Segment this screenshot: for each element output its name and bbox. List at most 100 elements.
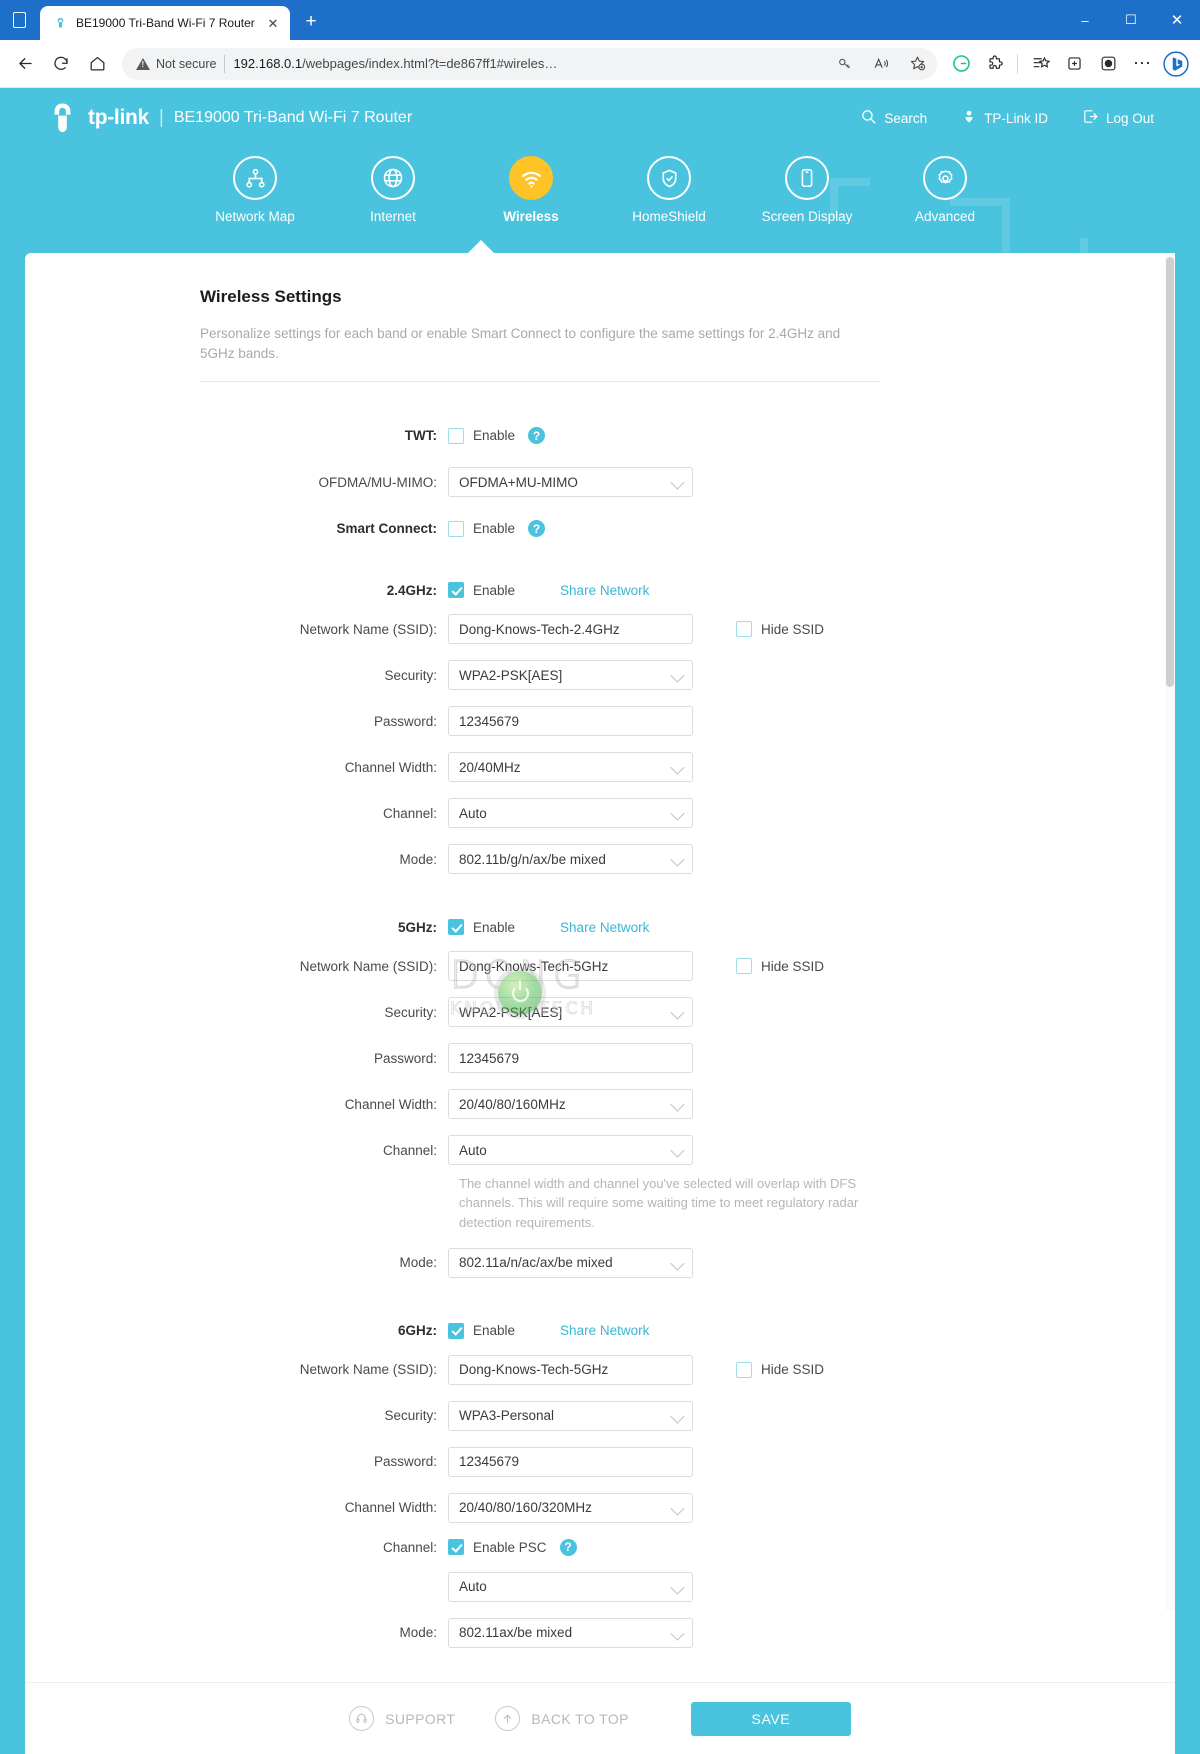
nav-item-advanced[interactable]: Advanced xyxy=(876,156,1014,224)
browser-essentials-icon[interactable] xyxy=(1092,48,1124,80)
band-5-channel-select[interactable]: Auto xyxy=(448,1135,693,1166)
band-24-mode-select[interactable]: 802.11b/g/n/ax/be mixed xyxy=(448,844,693,875)
band-6-ssid-input[interactable]: Dong-Knows-Tech-5GHz xyxy=(448,1354,693,1385)
band-5-password-input[interactable]: 12345679 xyxy=(448,1043,693,1074)
band-6-share-network-link[interactable]: Share Network xyxy=(560,1323,649,1338)
bing-copilot-icon[interactable] xyxy=(1160,48,1192,80)
band-5-label: 5GHz: xyxy=(397,919,437,935)
wifi-icon xyxy=(509,156,553,200)
tab-manager-button[interactable] xyxy=(0,0,38,40)
twt-row: TWT: Enable ? xyxy=(200,427,1025,445)
band-5-security-select[interactable]: WPA2-PSK[AES] xyxy=(448,997,693,1028)
band-6-label: 6GHz: xyxy=(397,1323,437,1339)
extension-puzzle-icon[interactable] xyxy=(979,48,1011,80)
smart-connect-checkbox-label: Enable xyxy=(473,521,516,537)
band-5-dfs-hint: The channel width and channel you've sel… xyxy=(459,1176,859,1230)
band-5-enable-checkbox[interactable] xyxy=(448,919,464,936)
save-button[interactable]: SAVE xyxy=(690,1701,851,1736)
nav-item-screen-display[interactable]: Screen Display xyxy=(738,156,876,224)
settings-scroll-area[interactable]: Wireless Settings Personalize settings f… xyxy=(25,253,1175,1682)
band-5-channel-width-select[interactable]: 20/40/80/160MHz xyxy=(448,1089,693,1120)
band-6-ssid-control: Dong-Knows-Tech-5GHz Hide SSID xyxy=(448,1354,824,1385)
band-6-channel-control: Auto xyxy=(448,1571,693,1602)
twt-checkbox[interactable] xyxy=(448,427,464,444)
new-tab-button[interactable]: + xyxy=(296,7,326,37)
maximize-button[interactable]: ☐ xyxy=(1108,0,1154,40)
nav-item-network-map[interactable]: Network Map xyxy=(186,156,324,224)
minimize-button[interactable]: – xyxy=(1062,0,1108,40)
band-5-hide-ssid-label: Hide SSID xyxy=(761,958,825,974)
band-5-enable-row: 5GHz: Enable Share Network xyxy=(200,919,1025,936)
tp-link-id-button[interactable]: TP-Link ID xyxy=(961,108,1048,128)
band-5-hide-ssid[interactable]: Hide SSID xyxy=(736,958,825,975)
settings-content: Wireless Settings Personalize settings f… xyxy=(25,253,1175,1678)
grammarly-extension-icon[interactable] xyxy=(945,48,977,80)
band-24-ssid-input[interactable]: Dong-Knows-Tech-2.4GHz xyxy=(448,614,693,645)
band-5-security-label: Security: xyxy=(384,1004,437,1020)
nav-item-wireless[interactable]: Wireless xyxy=(462,156,600,224)
logout-button[interactable]: Log Out xyxy=(1082,108,1154,128)
more-options-icon[interactable]: ⋯ xyxy=(1126,48,1158,80)
key-icon[interactable] xyxy=(831,50,859,78)
close-tab-icon[interactable]: ✕ xyxy=(264,14,282,32)
scrollbar-track[interactable] xyxy=(1165,253,1175,1610)
band-6-password-input[interactable]: 12345679 xyxy=(448,1446,693,1477)
favorites-list-icon[interactable] xyxy=(1024,48,1056,80)
nav-label-wireless: Wireless xyxy=(503,209,559,224)
read-aloud-icon[interactable] xyxy=(867,50,895,78)
close-window-button[interactable]: ✕ xyxy=(1154,0,1200,40)
nav-label-homeshield: HomeShield xyxy=(632,209,706,224)
band-5-hide-ssid-checkbox[interactable] xyxy=(736,958,752,975)
back-button[interactable] xyxy=(8,47,42,81)
router-admin-app: tp-link | BE19000 Tri-Band Wi-Fi 7 Route… xyxy=(0,88,1200,1754)
band-5-share-network-link[interactable]: Share Network xyxy=(560,920,649,935)
nav-item-homeshield[interactable]: HomeShield xyxy=(600,156,738,224)
band-6-channel-select[interactable]: Auto xyxy=(448,1571,693,1602)
ofdma-select[interactable]: OFDMA+MU-MIMO xyxy=(448,467,693,498)
band-24-password-input[interactable]: 12345679 xyxy=(448,706,693,737)
reload-button[interactable] xyxy=(44,47,78,81)
support-button[interactable]: SUPPORT xyxy=(349,1706,455,1731)
scrollbar-thumb[interactable] xyxy=(1166,257,1174,687)
search-button[interactable]: Search xyxy=(860,108,927,128)
security-indicator[interactable]: Not secure xyxy=(136,57,216,71)
app-header: tp-link | BE19000 Tri-Band Wi-Fi 7 Route… xyxy=(0,88,1200,148)
band-5-channel-width-control: 20/40/80/160MHz xyxy=(448,1089,693,1120)
smart-connect-checkbox[interactable] xyxy=(448,520,464,537)
band-6-hide-ssid[interactable]: Hide SSID xyxy=(736,1361,824,1378)
band-24-hide-ssid[interactable]: Hide SSID xyxy=(736,621,824,638)
band-24-channel-select[interactable]: Auto xyxy=(448,798,693,829)
band-24-channel-width-select[interactable]: 20/40MHz xyxy=(448,752,693,783)
nav-item-internet[interactable]: Internet xyxy=(324,156,462,224)
home-button[interactable] xyxy=(80,47,114,81)
support-label: SUPPORT xyxy=(385,1710,456,1727)
collections-icon[interactable] xyxy=(1058,48,1090,80)
band-24-channel-width-control: 20/40MHz xyxy=(448,752,693,783)
band-24-security-select[interactable]: WPA2-PSK[AES] xyxy=(448,660,693,691)
twt-help-icon[interactable]: ? xyxy=(528,427,546,445)
band-6-channel-width-select[interactable]: 20/40/80/160/320MHz xyxy=(448,1492,693,1523)
smart-connect-help-icon[interactable]: ? xyxy=(528,520,546,538)
band-24-channel-label: Channel: xyxy=(382,805,437,821)
band-6-psc-help-icon[interactable]: ? xyxy=(559,1538,577,1556)
add-favorite-icon[interactable] xyxy=(903,50,931,78)
band-24-enable-control: Enable Share Network xyxy=(448,582,649,599)
arrow-up-icon xyxy=(495,1706,521,1731)
browser-tab[interactable]: BE19000 Tri-Band Wi-Fi 7 Router ✕ xyxy=(40,6,290,40)
user-icon xyxy=(961,108,977,128)
band-5-mode-select[interactable]: 802.11a/n/ac/ax/be mixed xyxy=(448,1247,693,1278)
band-6-password-row: Password: 12345679 xyxy=(200,1446,1025,1477)
band-6-hide-ssid-checkbox[interactable] xyxy=(736,1361,752,1378)
band-6-enable-checkbox[interactable] xyxy=(448,1322,464,1339)
band-24-hide-ssid-checkbox[interactable] xyxy=(736,621,752,638)
back-to-top-button[interactable]: BACK TO TOP xyxy=(495,1706,629,1731)
band-6-security-select[interactable]: WPA3-Personal xyxy=(448,1400,693,1431)
band-6-mode-select[interactable]: 802.11ax/be mixed xyxy=(448,1617,693,1648)
band-24-enable-checkbox[interactable] xyxy=(448,582,464,599)
band-6-channel-row: Auto xyxy=(200,1571,1025,1602)
band-6-psc-checkbox[interactable] xyxy=(448,1539,464,1556)
band-24-share-network-link[interactable]: Share Network xyxy=(560,583,649,598)
band-5-mode-control: 802.11a/n/ac/ax/be mixed xyxy=(448,1247,693,1278)
address-bar[interactable]: Not secure 192.168.0.1/webpages/index.ht… xyxy=(122,47,937,80)
band-5-ssid-input[interactable]: Dong-Knows-Tech-5GHz xyxy=(448,951,693,982)
